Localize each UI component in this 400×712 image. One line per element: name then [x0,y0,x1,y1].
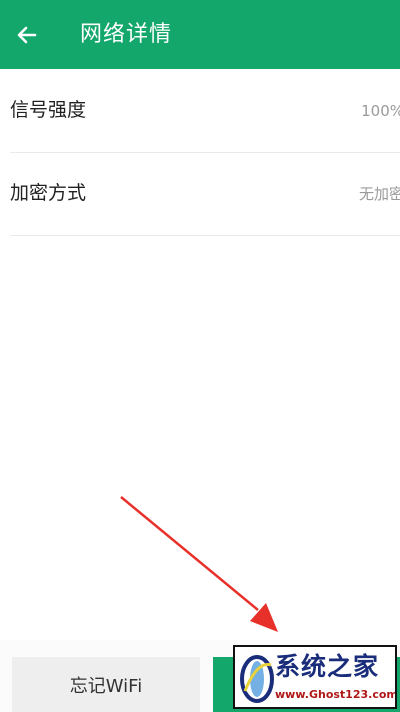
page-title: 网络详情 [80,22,173,47]
watermark-url: www.Ghost123.com [275,688,397,701]
detail-row-signal: 信号强度 100% [10,70,400,153]
detail-row-encryption: 加密方式 无加密 [10,153,400,236]
app-header: 网络详情 [0,0,400,69]
arrow-left-icon [17,26,37,44]
forget-wifi-button[interactable]: 忘记WiFi [12,657,200,712]
signal-strength-label: 信号强度 [10,99,87,121]
globe-logo-icon [240,655,274,703]
signal-strength-value: 100% [361,102,400,120]
encryption-value: 无加密 [358,185,400,203]
watermark: 系统之家 www.Ghost123.com [233,645,397,709]
back-button[interactable] [12,20,42,50]
watermark-title: 系统之家 [275,652,380,681]
encryption-label: 加密方式 [10,182,87,204]
